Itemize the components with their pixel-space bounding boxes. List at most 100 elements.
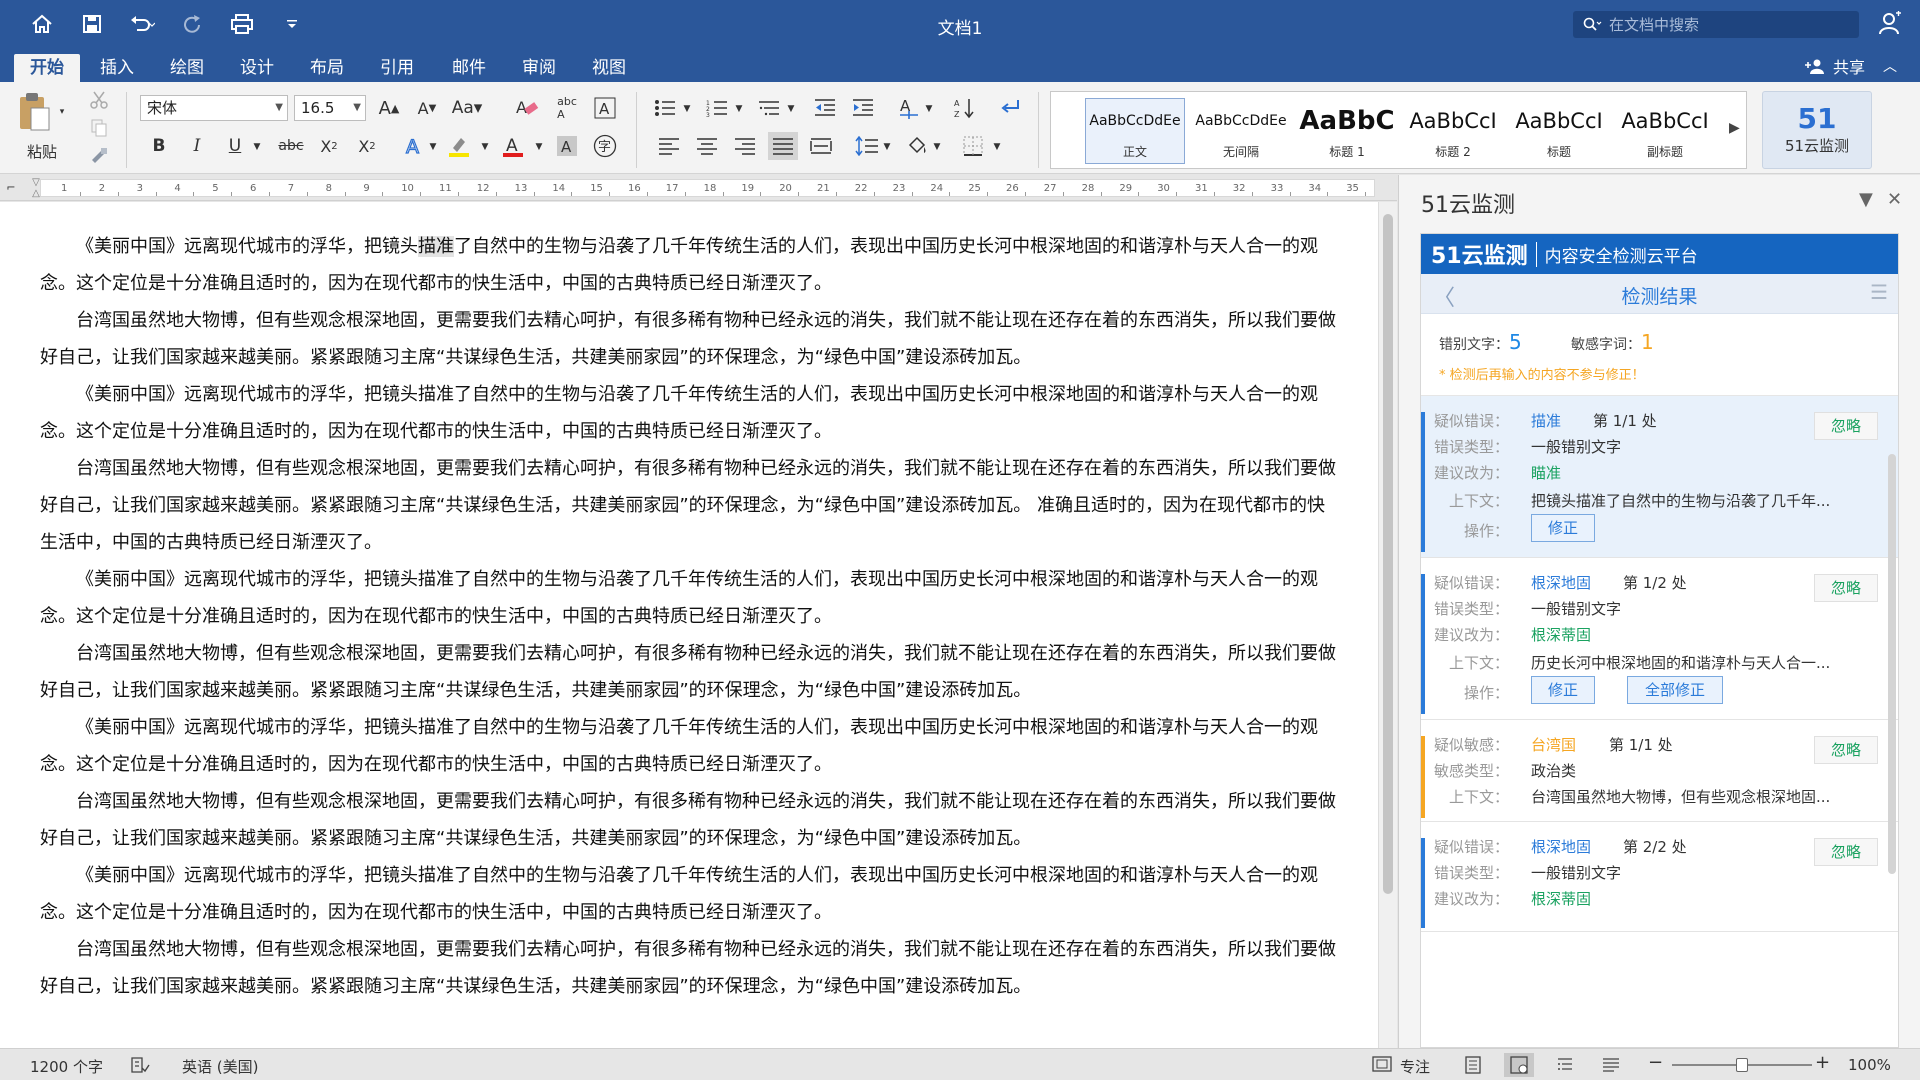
align-left-icon[interactable] (654, 132, 684, 160)
focus-icon[interactable] (1372, 1056, 1392, 1076)
tab-view[interactable]: 视图 (576, 54, 642, 82)
ignore-button[interactable]: 忽略 (1814, 574, 1878, 602)
document-scrollbar[interactable] (1378, 202, 1397, 1048)
numbering-icon[interactable]: 123 (702, 94, 732, 122)
paragraph[interactable]: 《美丽中国》远离现代城市的浮华，把镜头描准了自然中的生物与沿袭了几千年传统生活的… (0, 857, 1340, 931)
result-card[interactable]: 疑似错误： 根深地固 第 1/2 处 忽略 错误类型： 一般错别文字 建议改为：… (1421, 558, 1898, 720)
borders-icon[interactable] (958, 132, 988, 160)
zoom-in-icon[interactable]: + (1815, 1052, 1830, 1073)
chevron-down-icon[interactable]: ▼ (428, 140, 438, 154)
align-right-icon[interactable] (730, 132, 760, 160)
copy-icon[interactable] (84, 114, 114, 142)
tab-design[interactable]: 设计 (224, 54, 290, 82)
paragraph[interactable]: 台湾国虽然地大物博，但有些观念根深地固，更需要我们去精心呵护，有很多稀有物种已经… (0, 635, 1340, 709)
italic-icon[interactable]: I (182, 132, 212, 160)
character-border-icon[interactable]: A (590, 94, 620, 122)
pane-scrollbar[interactable] (1888, 454, 1896, 874)
justify-icon[interactable] (768, 132, 798, 160)
paragraph[interactable]: 《美丽中国》远离现代城市的浮华，把镜头描准了自然中的生物与沿袭了几千年传统生活的… (0, 709, 1340, 783)
text-effects-icon[interactable]: A (400, 132, 430, 160)
tab-layout[interactable]: 布局 (294, 54, 360, 82)
change-case-icon[interactable]: Aa▾ (452, 94, 483, 122)
paragraph[interactable]: 《美丽中国》远离现代城市的浮华，把镜头描准了自然中的生物与沿袭了几千年传统生活的… (0, 561, 1340, 635)
subscript-icon[interactable]: X2 (314, 132, 344, 160)
zoom-level[interactable]: 100% (1848, 1056, 1891, 1074)
suspect-word[interactable]: 根深地固 (1531, 572, 1591, 593)
tab-review[interactable]: 审阅 (506, 54, 572, 82)
share-button[interactable]: 共享 (1805, 54, 1865, 78)
scrollbar-thumb[interactable] (1383, 214, 1393, 894)
paste-label[interactable]: 粘贴 (20, 140, 64, 162)
paragraph[interactable]: 台湾国虽然地大物博，但有些观念根深地固，更需要我们去精心呵护，有很多稀有物种已经… (0, 931, 1340, 1005)
underline-icon[interactable]: U (220, 132, 250, 160)
collapse-ribbon-icon[interactable]: ︿ (1883, 56, 1897, 76)
close-icon[interactable]: ✕ (1887, 189, 1902, 210)
show-formatting-marks-icon[interactable] (996, 94, 1026, 122)
chevron-down-icon[interactable]: ▼ (932, 140, 942, 154)
fix-all-button[interactable]: 全部修正 (1627, 676, 1723, 704)
increase-indent-icon[interactable] (848, 94, 878, 122)
account-icon[interactable] (1878, 11, 1902, 39)
proofing-icon[interactable] (130, 1056, 150, 1078)
multilevel-list-icon[interactable] (754, 94, 784, 122)
chevron-right-icon[interactable]: ▶ (1729, 120, 1740, 136)
grow-font-icon[interactable]: A ▲ (374, 94, 404, 122)
ignore-button[interactable]: 忽略 (1814, 736, 1878, 764)
ignore-button[interactable]: 忽略 (1814, 838, 1878, 866)
yun-monitor-button[interactable]: 51 51云监测 (1762, 91, 1872, 169)
character-shading-icon[interactable]: A (552, 132, 582, 160)
superscript-icon[interactable]: X2 (352, 132, 382, 160)
chevron-down-icon[interactable]: ▼ (682, 102, 692, 116)
tab-draw[interactable]: 绘图 (154, 54, 220, 82)
font-name-combo[interactable]: 宋体 ▼ (140, 95, 288, 121)
cut-icon[interactable] (84, 86, 114, 114)
sort-icon[interactable]: AZ (950, 94, 980, 122)
paragraph[interactable]: 台湾国虽然地大物博，但有些观念根深地固，更需要我们去精心呵护，有很多稀有物种已经… (0, 450, 1340, 561)
result-card[interactable]: 疑似错误： 根深地固 第 2/2 处 忽略 错误类型： 一般错别文字 建议改为：… (1421, 822, 1898, 932)
fix-button[interactable]: 修正 (1531, 514, 1595, 542)
language-status[interactable]: 英语 (美国) (182, 1056, 258, 1077)
pane-options-icon[interactable]: ▼ (1859, 189, 1873, 210)
style-heading-1[interactable]: AaBbC 标题 1 (1297, 98, 1397, 164)
chevron-down-icon[interactable]: ▼ (786, 102, 796, 116)
draft-view-icon[interactable] (1596, 1053, 1626, 1077)
paragraph[interactable]: 台湾国虽然地大物博，但有些观念根深地固，更需要我们去精心呵护，有很多稀有物种已经… (0, 783, 1340, 857)
style-subtitle[interactable]: AaBbCcI 副标题 (1615, 98, 1715, 164)
style-no-spacing[interactable]: AaBbCcDdEe 无间隔 (1191, 98, 1291, 164)
font-color-icon[interactable]: A (498, 132, 528, 160)
word-count[interactable]: 1200 个字 (30, 1056, 103, 1077)
bullets-icon[interactable] (650, 94, 680, 122)
align-center-icon[interactable] (692, 132, 722, 160)
focus-label[interactable]: 专注 (1400, 1056, 1430, 1077)
distributed-icon[interactable] (806, 132, 836, 160)
tab-mailings[interactable]: 邮件 (436, 54, 502, 82)
outline-view-icon[interactable] (1550, 1053, 1580, 1077)
result-card[interactable]: 疑似敏感： 台湾国 第 1/1 处 忽略 敏感类型： 政治类 上下文： 台湾国虽… (1421, 720, 1898, 822)
suspect-word[interactable]: 台湾国 (1531, 734, 1576, 755)
tab-insert[interactable]: 插入 (84, 54, 150, 82)
chevron-down-icon[interactable]: ▼ (882, 140, 892, 154)
chevron-down-icon[interactable]: ▼ (252, 140, 262, 154)
format-painter-icon[interactable] (84, 142, 114, 170)
chevron-down-icon[interactable]: ▼ (992, 140, 1002, 154)
highlight-color-icon[interactable] (444, 132, 474, 160)
paste-dropdown-icon[interactable]: ▾ (56, 104, 68, 120)
search-input[interactable]: 在文档中搜索 (1573, 11, 1859, 38)
paragraph[interactable]: 《美丽中国》远离现代城市的浮华，把镜头描准了自然中的生物与沿袭了几千年传统生活的… (0, 376, 1340, 450)
paste-icon[interactable] (14, 90, 54, 134)
line-spacing-icon[interactable] (852, 132, 882, 160)
tab-references[interactable]: 引用 (364, 54, 430, 82)
web-layout-icon[interactable] (1504, 1053, 1534, 1077)
strikethrough-icon[interactable]: abc (276, 132, 306, 160)
clear-formatting-icon[interactable]: A (512, 94, 542, 122)
chevron-down-icon[interactable]: ▼ (480, 140, 490, 154)
style-heading-2[interactable]: AaBbCcI 标题 2 (1403, 98, 1503, 164)
result-card[interactable]: 疑似错误： 描准 第 1/1 处 忽略 错误类型： 一般错别文字 建议改为： 瞄… (1421, 396, 1898, 558)
tab-stop-icon[interactable]: ⌐ (4, 180, 18, 194)
paragraph[interactable]: 台湾国虽然地大物博，但有些观念根深地固，更需要我们去精心呵护，有很多稀有物种已经… (0, 302, 1340, 376)
menu-icon[interactable]: ☰ (1870, 280, 1888, 304)
style-title[interactable]: AaBbCcI 标题 (1509, 98, 1609, 164)
decrease-indent-icon[interactable] (810, 94, 840, 122)
font-size-combo[interactable]: 16.5 ▼ (294, 95, 366, 121)
zoom-out-icon[interactable]: − (1648, 1052, 1663, 1073)
